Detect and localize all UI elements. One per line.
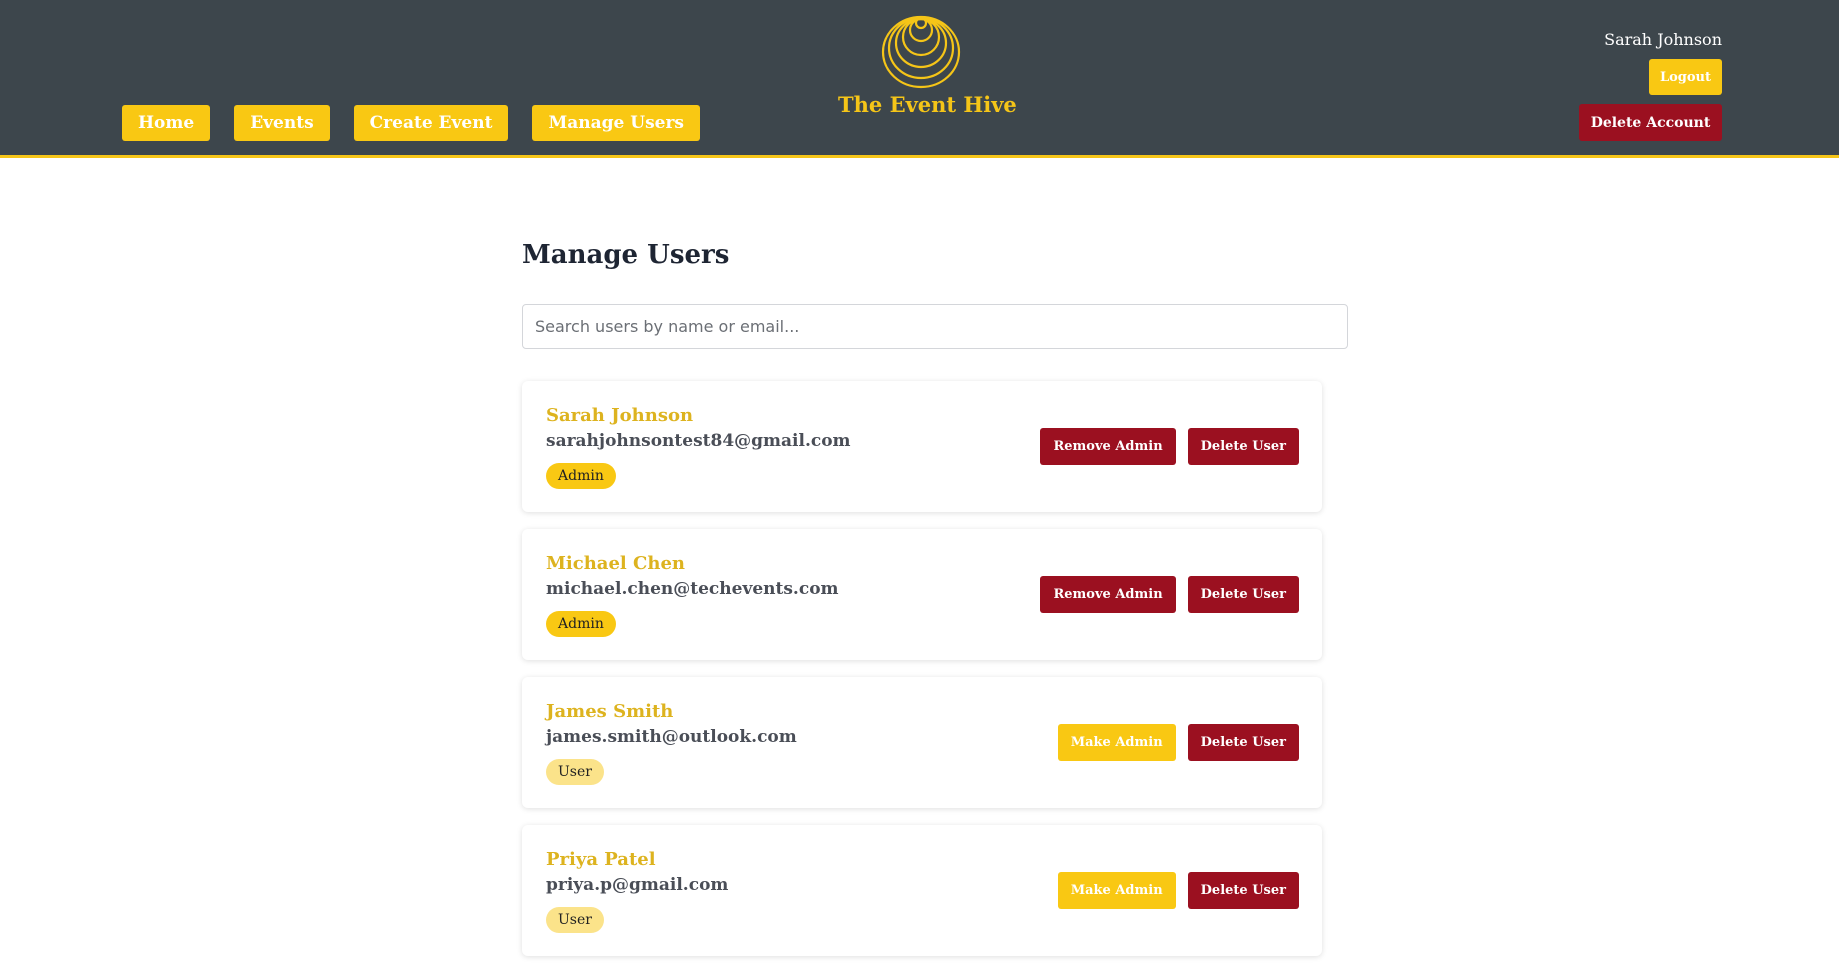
- user-actions: Make Admin Delete User: [1057, 872, 1299, 909]
- logout-button[interactable]: Logout: [1649, 59, 1722, 95]
- make-admin-button[interactable]: Make Admin: [1057, 872, 1176, 909]
- nav-manage-users-button[interactable]: Manage Users: [532, 105, 701, 141]
- user-name: James Smith: [546, 701, 674, 722]
- user-card: Priya Patel priya.p@gmail.com User Make …: [522, 825, 1322, 956]
- delete-user-button[interactable]: Delete User: [1187, 576, 1299, 613]
- user-name: Sarah Johnson: [546, 405, 694, 426]
- user-name: Michael Chen: [546, 553, 685, 574]
- role-badge: User: [546, 907, 604, 933]
- user-email: james.smith@outlook.com: [546, 727, 797, 747]
- make-admin-button[interactable]: Make Admin: [1057, 724, 1176, 761]
- user-email: michael.chen@techevents.com: [546, 579, 839, 599]
- user-email: sarahjohnsontest84@gmail.com: [546, 431, 851, 451]
- user-actions: Remove Admin Delete User: [1040, 428, 1299, 465]
- main-nav: Home Events Create Event Manage Users: [122, 105, 701, 141]
- delete-user-button[interactable]: Delete User: [1187, 428, 1299, 465]
- user-card: Sarah Johnson sarahjohnsontest84@gmail.c…: [522, 381, 1322, 512]
- user-actions: Make Admin Delete User: [1057, 724, 1299, 761]
- beehive-icon: [838, 10, 1004, 90]
- delete-user-button[interactable]: Delete User: [1187, 872, 1299, 909]
- role-badge: Admin: [546, 611, 616, 637]
- main-content: Manage Users Sarah Johnson sarahjohnsont…: [522, 240, 1348, 956]
- brand-name: The Event Hive: [838, 92, 1017, 117]
- user-card: James Smith james.smith@outlook.com User…: [522, 677, 1322, 808]
- role-badge: Admin: [546, 463, 616, 489]
- user-list: Sarah Johnson sarahjohnsontest84@gmail.c…: [522, 381, 1322, 973]
- nav-home-button[interactable]: Home: [122, 105, 211, 141]
- user-name: Priya Patel: [546, 849, 656, 870]
- site-header: Home Events Create Event Manage Users Th…: [0, 0, 1839, 158]
- current-user-name: Sarah Johnson: [1604, 30, 1722, 49]
- role-badge: User: [546, 759, 604, 785]
- page-title: Manage Users: [522, 240, 730, 270]
- search-input[interactable]: [522, 304, 1348, 349]
- delete-account-button[interactable]: Delete Account: [1579, 104, 1722, 141]
- remove-admin-button[interactable]: Remove Admin: [1040, 428, 1176, 465]
- nav-events-button[interactable]: Events: [234, 105, 330, 141]
- remove-admin-button[interactable]: Remove Admin: [1040, 576, 1176, 613]
- nav-create-event-button[interactable]: Create Event: [353, 105, 509, 141]
- user-card: Michael Chen michael.chen@techevents.com…: [522, 529, 1322, 660]
- user-actions: Remove Admin Delete User: [1040, 576, 1299, 613]
- brand-logo[interactable]: The Event Hive: [838, 10, 1017, 117]
- user-email: priya.p@gmail.com: [546, 875, 729, 895]
- delete-user-button[interactable]: Delete User: [1187, 724, 1299, 761]
